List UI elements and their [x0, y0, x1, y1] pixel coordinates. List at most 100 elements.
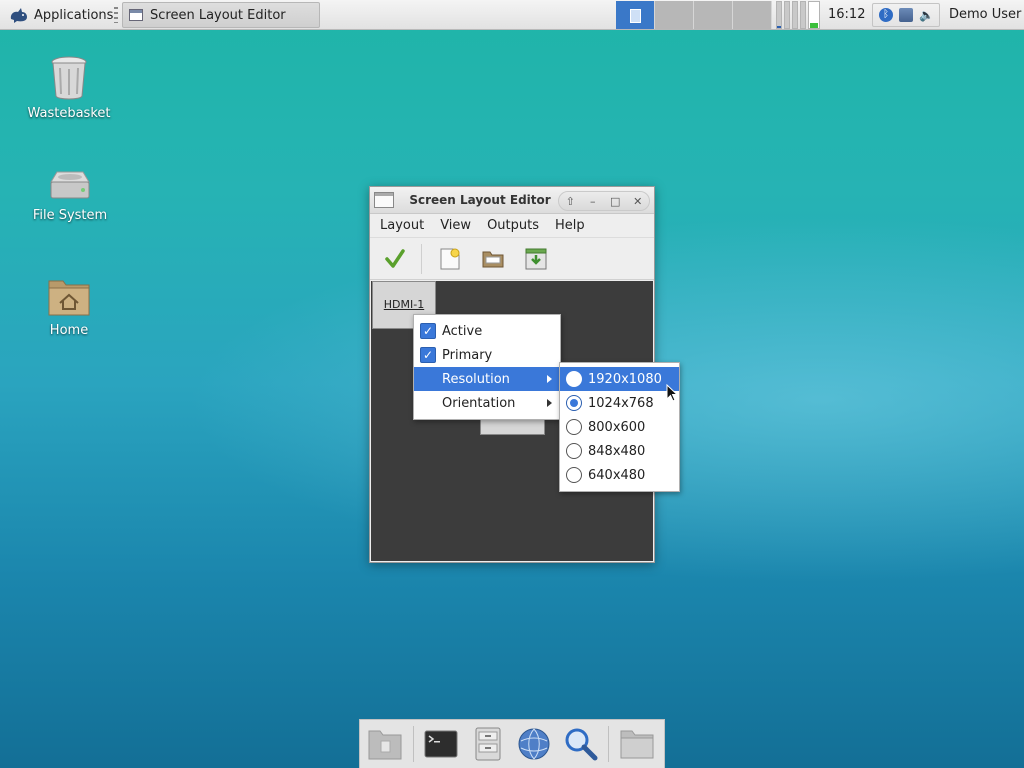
clock[interactable]: 16:12	[828, 7, 865, 22]
menu-outputs[interactable]: Outputs	[479, 218, 547, 233]
desktop-icon-label: Wastebasket	[27, 106, 111, 121]
menu-item-label: Primary	[442, 347, 493, 363]
radio-selected-icon	[566, 395, 582, 411]
workspace-1[interactable]	[616, 1, 655, 29]
folder-icon	[620, 730, 654, 759]
workspace-2[interactable]	[655, 1, 694, 29]
menu-view[interactable]: View	[432, 218, 479, 233]
submenu-arrow-icon	[547, 399, 552, 407]
dock-separator	[412, 726, 414, 762]
menu-item-label: Resolution	[442, 371, 510, 387]
monitor-bar	[792, 1, 798, 29]
applications-menu-button[interactable]: Applications	[4, 3, 117, 27]
drive-icon	[50, 171, 90, 199]
resolution-option[interactable]: 848x480	[560, 439, 679, 463]
resolution-submenu: 1920x1080 1024x768 800x600 848x480 640x4…	[559, 362, 680, 492]
radio-unselected-icon	[566, 467, 582, 483]
trash-icon	[51, 56, 87, 100]
system-monitors	[776, 1, 820, 29]
desktop-icon-file-system[interactable]: File System	[20, 168, 120, 223]
radio-unselected-icon	[566, 371, 582, 387]
bluetooth-icon[interactable]: ᛒ	[879, 8, 893, 22]
menu-item-active[interactable]: ✓ Active	[414, 319, 560, 343]
resolution-option[interactable]: 1920x1080	[560, 367, 679, 391]
window-icon	[129, 9, 143, 21]
desktop-icon-label: File System	[32, 208, 108, 223]
maximize-icon[interactable]: □	[607, 195, 623, 208]
resolution-label: 800x600	[588, 419, 646, 435]
user-menu[interactable]: Demo User	[949, 7, 1021, 22]
bottom-dock	[359, 719, 665, 768]
resolution-label: 848x480	[588, 443, 646, 459]
file-manager-icon	[475, 727, 501, 761]
save-layout-button[interactable]	[521, 244, 551, 274]
home-folder-icon	[48, 280, 90, 316]
workspace-switcher	[616, 1, 772, 29]
checkbox-checked-icon: ✓	[420, 347, 436, 363]
desktop-icon-label: Home	[49, 323, 89, 338]
menu-item-label: Orientation	[442, 395, 516, 411]
toolbar-separator	[421, 243, 422, 274]
volume-icon[interactable]: 🔈	[919, 8, 934, 22]
web-browser-icon	[518, 728, 550, 760]
menu-item-label: Active	[442, 323, 483, 339]
monitor-bar	[800, 1, 806, 29]
workspace-4[interactable]	[733, 1, 772, 29]
output-context-menu: ✓ Active ✓ Primary Resolution Orientatio…	[413, 314, 561, 420]
window-controls: ⇧ – □ ✕	[558, 191, 650, 211]
system-tray: ᛒ 🔈	[872, 3, 940, 27]
search-icon	[565, 728, 598, 761]
dock-file-manager[interactable]	[468, 724, 507, 764]
monitor-bar	[784, 1, 790, 29]
apply-icon	[385, 248, 405, 268]
menu-item-primary[interactable]: ✓ Primary	[414, 343, 560, 367]
dock-show-desktop[interactable]	[366, 724, 405, 764]
toolbar	[370, 238, 654, 280]
dock-terminal[interactable]	[422, 724, 461, 764]
open-layout-button[interactable]	[478, 244, 508, 274]
resolution-option[interactable]: 640x480	[560, 463, 679, 487]
shade-icon[interactable]: ⇧	[562, 195, 578, 208]
apply-button[interactable]	[380, 244, 410, 274]
menu-item-orientation[interactable]: Orientation	[414, 391, 560, 415]
menu-help[interactable]: Help	[547, 218, 593, 233]
taskbar-window-title: Screen Layout Editor	[150, 7, 286, 23]
show-desktop-icon	[368, 730, 402, 760]
cpu-monitor	[776, 1, 782, 29]
taskbar-window-button[interactable]: Screen Layout Editor	[122, 2, 320, 28]
minimize-icon[interactable]: –	[585, 195, 601, 208]
xfce-mouse-icon	[10, 8, 28, 23]
submenu-arrow-icon	[547, 375, 552, 383]
menu-item-resolution[interactable]: Resolution	[414, 367, 560, 391]
resolution-option[interactable]: 800x600	[560, 415, 679, 439]
radio-unselected-icon	[566, 443, 582, 459]
network-monitor	[808, 1, 820, 29]
new-layout-icon	[440, 248, 460, 269]
terminal-icon	[424, 730, 458, 758]
dock-separator	[608, 726, 610, 762]
workspace-3[interactable]	[694, 1, 733, 29]
close-icon[interactable]: ✕	[630, 195, 646, 208]
dock-folder[interactable]	[617, 724, 656, 764]
dock-web-browser[interactable]	[515, 724, 554, 764]
new-layout-button[interactable]	[435, 244, 465, 274]
top-panel: Applications Screen Layout Editor 16:12 …	[0, 0, 1024, 30]
desktop-icon-wastebasket[interactable]: Wastebasket	[19, 54, 119, 121]
resolution-label: 1024x768	[588, 395, 654, 411]
checkbox-checked-icon: ✓	[420, 323, 436, 339]
desktop-icon-home[interactable]: Home	[19, 275, 119, 338]
menubar: Layout View Outputs Help	[370, 214, 654, 238]
applications-label: Applications	[34, 7, 114, 23]
window-titlebar[interactable]: Screen Layout Editor ⇧ – □ ✕	[370, 187, 654, 214]
panel-handle[interactable]	[114, 7, 118, 23]
dock-search[interactable]	[562, 724, 601, 764]
mouse-pointer-icon	[666, 384, 678, 402]
open-layout-icon	[482, 251, 504, 267]
radio-unselected-icon	[566, 419, 582, 435]
resolution-label: 1920x1080	[588, 371, 662, 387]
save-layout-icon	[525, 248, 547, 269]
network-icon[interactable]	[899, 8, 913, 22]
resolution-label: 640x480	[588, 467, 646, 483]
menu-layout[interactable]: Layout	[372, 218, 432, 233]
resolution-option[interactable]: 1024x768	[560, 391, 679, 415]
